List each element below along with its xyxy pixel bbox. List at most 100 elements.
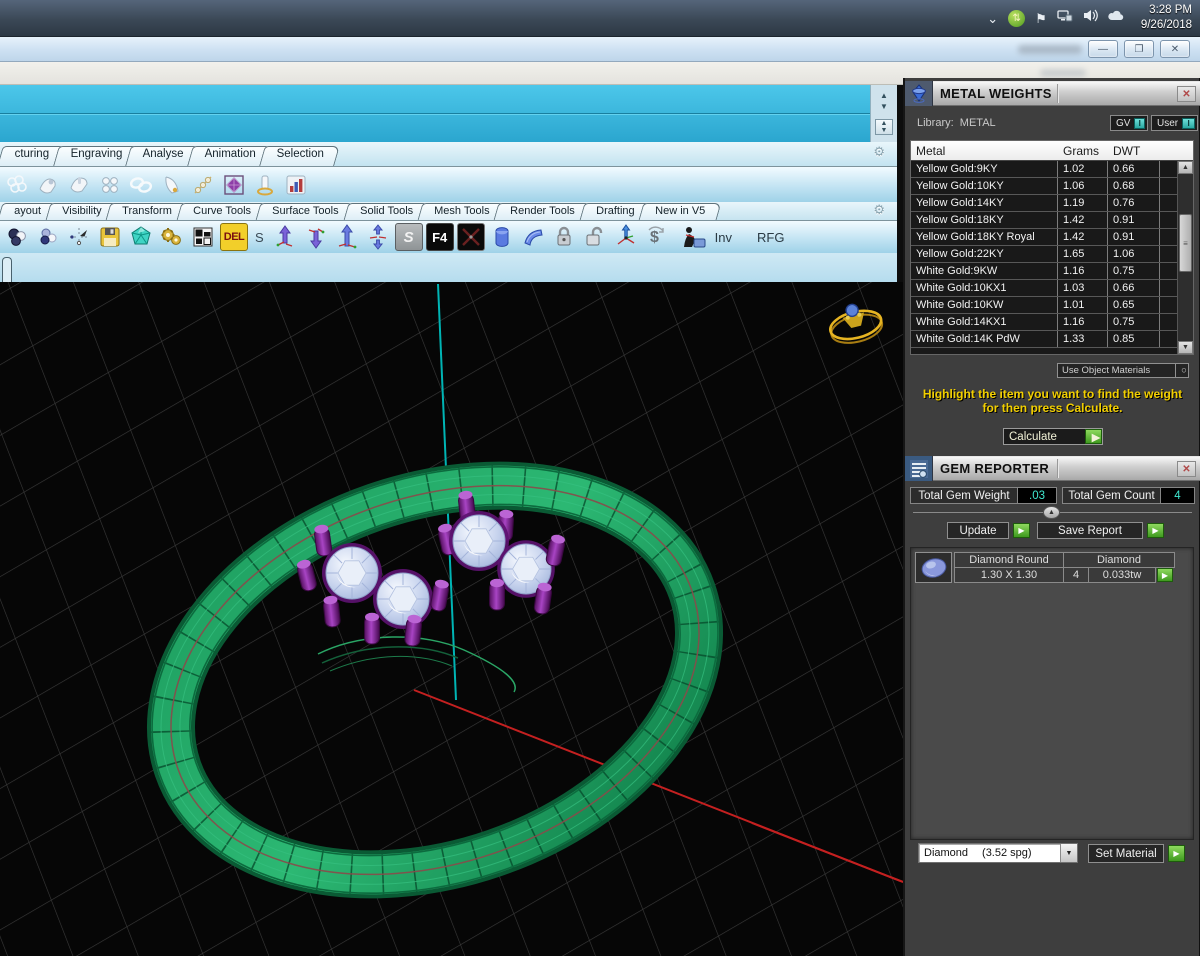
chain-link-tool-icon[interactable] (127, 171, 155, 199)
move-up-down-icon[interactable] (364, 223, 392, 251)
close-icon[interactable]: ✕ (1177, 86, 1196, 102)
restore-button[interactable]: ❐ (1124, 40, 1154, 58)
sweep-tile-icon[interactable]: S (394, 223, 423, 251)
x-tile-icon[interactable] (456, 223, 485, 251)
lock-closed-icon[interactable] (550, 223, 578, 251)
use-object-materials-control[interactable]: Use Object Materials ○ (1057, 363, 1189, 378)
gear-icon[interactable]: ⚙ (873, 144, 885, 160)
gem-cube-icon[interactable] (127, 223, 155, 251)
tab-selection[interactable]: Selection (259, 146, 341, 166)
spin-up-icon[interactable]: ▲ (881, 120, 888, 127)
volume-tray-icon[interactable] (1083, 9, 1098, 27)
move-down-icon[interactable] (302, 223, 330, 251)
table-scrollbar[interactable]: ▲ ≡ ▼ (1177, 161, 1193, 354)
gv-toggle-button[interactable]: I (1134, 117, 1145, 129)
minimize-button[interactable]: — (1088, 40, 1118, 58)
user-toggle[interactable]: User I (1151, 115, 1198, 131)
set-material-go-icon[interactable]: ▶ (1168, 845, 1185, 862)
update-tray-icon[interactable]: ⇅ (1008, 9, 1026, 27)
scroll-up-icon[interactable]: ▲ (880, 91, 888, 100)
gem-cage-tool-icon[interactable] (220, 171, 248, 199)
table-row[interactable]: Yellow Gold:10KY 1.06 0.68 (911, 178, 1177, 195)
table-row[interactable]: Yellow Gold:18KY Royal 1.42 0.91 (911, 229, 1177, 246)
bead-string-tool-icon[interactable] (189, 171, 217, 199)
save-report-button[interactable]: Save Report (1037, 522, 1143, 539)
calculate-go-icon[interactable]: ▶ (1085, 429, 1102, 444)
delete-tool-icon[interactable]: DEL (220, 223, 248, 251)
close-button[interactable]: ✕ (1160, 40, 1190, 58)
table-row[interactable]: White Gold:10KX1 1.03 0.66 (911, 280, 1177, 297)
tab-mesh-tools[interactable]: Mesh Tools (417, 203, 506, 220)
mesh-weave-tool-icon[interactable] (3, 171, 31, 199)
update-button[interactable]: Update (947, 522, 1009, 539)
lock-open-icon[interactable] (581, 223, 609, 251)
table-row[interactable]: White Gold:9KW 1.16 0.75 (911, 263, 1177, 280)
radio-icon[interactable]: ○ (1175, 364, 1188, 377)
user-toggle-button[interactable]: I (1182, 117, 1195, 129)
table-row[interactable]: White Gold:10KW 1.01 0.65 (911, 297, 1177, 314)
layer-balls-light-icon[interactable] (34, 223, 62, 251)
viewport-3d[interactable] (0, 282, 904, 956)
export-person-icon[interactable] (674, 223, 708, 251)
table-row[interactable]: Yellow Gold:22KY 1.65 1.06 (911, 246, 1177, 263)
command-spinner[interactable]: ▲ ▼ (875, 119, 893, 135)
scroll-down-icon[interactable]: ▼ (1178, 341, 1193, 354)
spin-down-icon[interactable]: ▼ (881, 127, 888, 134)
gv-toggle[interactable]: GV I (1110, 115, 1148, 131)
dropdown-arrow-icon[interactable]: ▼ (1060, 844, 1077, 862)
command-bar[interactable]: ▲ ▼ ▲ ▼ (0, 85, 897, 142)
table-row[interactable]: Yellow Gold:9KY 1.02 0.66 (911, 161, 1177, 178)
cloud-tray-icon[interactable] (1108, 9, 1125, 27)
move-up-icon[interactable] (271, 223, 299, 251)
save-report-go-icon[interactable]: ▶ (1147, 523, 1164, 538)
pave-pattern-icon[interactable] (189, 223, 217, 251)
taskbar-clock[interactable]: 3:28 PM 9/26/2018 (1135, 3, 1192, 33)
chevron-up-icon[interactable]: ⌄ (987, 12, 998, 25)
tab-new-in-v5[interactable]: New in V5 (638, 203, 722, 220)
update-go-icon[interactable]: ▶ (1013, 523, 1030, 538)
table-row[interactable]: Yellow Gold:14KY 1.19 0.76 (911, 195, 1177, 212)
currency-history-icon[interactable]: $ (643, 223, 671, 251)
tab-surface-tools[interactable]: Surface Tools (255, 203, 355, 220)
prong-hand-tool-icon[interactable] (65, 171, 93, 199)
splitter-collapse-button[interactable]: ▲ (1043, 506, 1060, 519)
gears-icon[interactable] (158, 223, 186, 251)
tab-solid-tools[interactable]: Solid Tools (343, 203, 429, 220)
gear-icon[interactable]: ⚙ (873, 202, 885, 218)
close-icon[interactable]: ✕ (1177, 461, 1196, 477)
cluster-tool-icon[interactable] (96, 171, 124, 199)
pave-hand-tool-icon[interactable] (34, 171, 62, 199)
metal-weights-header[interactable]: METAL WEIGHTS ✕ (905, 81, 1200, 106)
report-chart-icon[interactable] (282, 171, 310, 199)
surface-arc-icon[interactable] (519, 223, 547, 251)
cylinder-icon[interactable] (488, 223, 516, 251)
flag-tray-icon[interactable]: ⚑ (1035, 12, 1047, 25)
move-up-far-icon[interactable] (333, 223, 361, 251)
table-row[interactable]: White Gold:14KX1 1.16 0.75 (911, 314, 1177, 331)
inv-button[interactable]: Inv (711, 230, 736, 245)
viewport-stub-tab[interactable] (2, 257, 12, 282)
set-material-button[interactable]: Set Material (1088, 844, 1164, 863)
scrollbar-thumb[interactable]: ≡ (1179, 214, 1192, 272)
pillar-tool-icon[interactable] (251, 171, 279, 199)
gumball-move-icon[interactable] (612, 223, 640, 251)
point-select-icon[interactable] (65, 223, 93, 251)
table-row[interactable]: White Gold:14K PdW 1.33 0.85 (911, 331, 1177, 348)
calculate-button[interactable]: Calculate ▶ (1003, 428, 1103, 445)
scroll-up-icon[interactable]: ▲ (1178, 161, 1193, 174)
scroll-down-icon[interactable]: ▼ (880, 102, 888, 111)
s-label[interactable]: S (251, 230, 268, 245)
f4-tile-icon[interactable]: F4 (425, 223, 454, 251)
claw-tool-icon[interactable] (158, 171, 186, 199)
layer-balls-dark-icon[interactable] (3, 223, 31, 251)
gem-go-icon[interactable]: ▶ (1157, 568, 1173, 582)
rfg-button[interactable]: RFG (753, 230, 788, 245)
gem-reporter-header[interactable]: GEM REPORTER ✕ (905, 456, 1200, 481)
tab-render-tools[interactable]: Render Tools (493, 203, 592, 220)
network-tray-icon[interactable] (1057, 9, 1073, 28)
tab-curve-tools[interactable]: Curve Tools (176, 203, 268, 220)
save-floppy-icon[interactable] (96, 223, 124, 251)
material-select[interactable]: Diamond (3.52 spg) ▼ (918, 843, 1078, 863)
table-row[interactable]: Yellow Gold:18KY 1.42 0.91 (911, 212, 1177, 229)
gem-list[interactable]: Diamond Round Diamond 1.30 X 1.30 4 0.03… (910, 547, 1194, 840)
